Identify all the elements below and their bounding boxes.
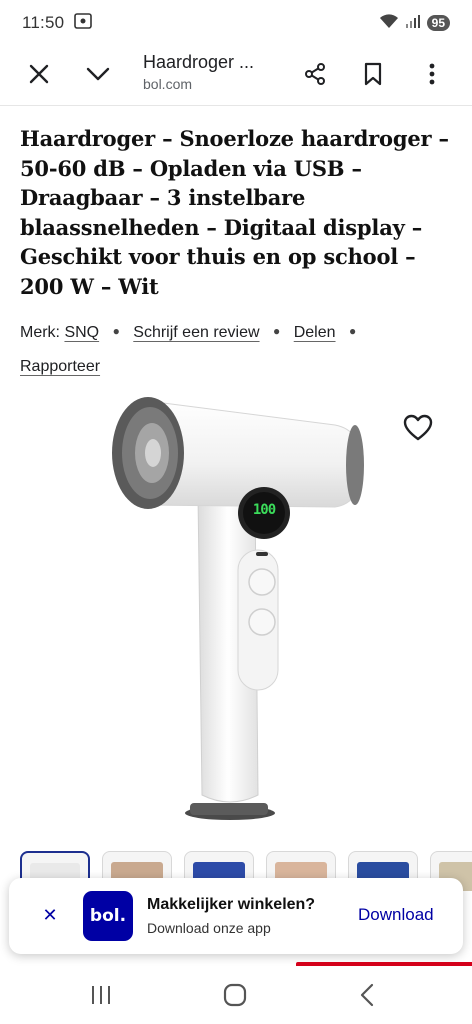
product-image[interactable]: 100 [80,385,400,835]
banner-title: Makkelijker winkelen? [147,896,316,913]
download-app-button[interactable]: Download [358,905,434,925]
report-link[interactable]: Rapporteer [20,358,100,375]
page-domain: bol.com [143,76,193,92]
more-options-icon[interactable] [412,54,452,94]
bookmark-icon[interactable] [353,54,393,94]
favorite-heart-icon[interactable] [398,408,438,448]
separator-dot: ● [348,324,357,338]
product-title: Haardroger – Snoerloze haardroger – 50-6… [20,126,449,299]
signal-icon [405,13,421,34]
close-banner-icon[interactable]: ✕ [37,902,63,928]
display-readout: 100 [252,502,276,518]
write-review-link[interactable]: Schrijf een review [133,324,259,341]
home-icon[interactable] [222,982,248,1013]
back-icon[interactable] [357,982,377,1013]
page-title: Haardroger ... [143,52,255,72]
recent-apps-icon[interactable] [89,984,113,1011]
brand-link[interactable]: SNQ [64,324,99,341]
share-link[interactable]: Delen [294,324,336,341]
system-nav-bar [0,968,472,1024]
bol-app-logo: bol. [83,891,133,941]
banner-subtitle: Download onze app [147,920,271,936]
wifi-icon [379,13,399,34]
status-time: 11:50 [22,13,65,32]
screenshot-icon [74,12,93,34]
share-icon[interactable] [295,54,335,94]
add-to-cart-edge[interactable] [296,962,472,966]
product-meta: Merk: SNQ ● Schrijf een review ● Delen ●… [20,316,460,384]
battery-icon: 95 [426,15,450,31]
app-install-banner: ✕ bol. Makkelijker winkelen? Download on… [9,878,463,954]
brand-label: Merk: [20,324,60,341]
status-bar: 11:50 95 [0,0,472,46]
separator-dot: ● [273,324,281,338]
browser-toolbar: Haardroger ... bol.com [0,46,472,106]
close-icon[interactable] [19,54,59,94]
chevron-down-icon[interactable] [78,54,118,94]
separator-dot: ● [112,324,120,338]
page-title-block: Haardroger ... bol.com [143,52,283,92]
